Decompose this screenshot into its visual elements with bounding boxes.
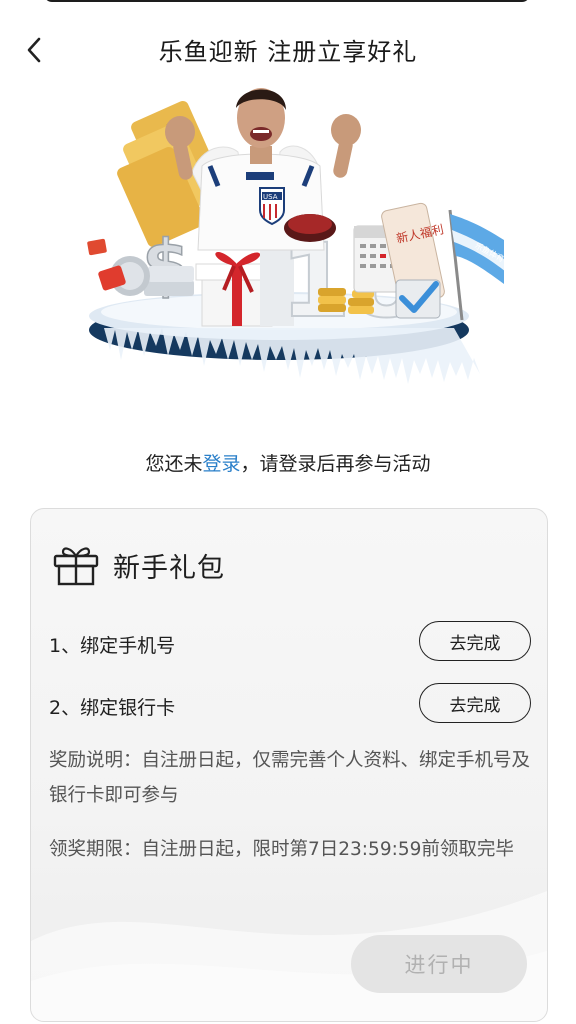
task-item-bind-phone: 1、绑定手机号 去完成: [49, 621, 531, 665]
roulette-wheel-icon: [284, 214, 336, 242]
login-notice: 您还未登录，请登录后再参与活动: [0, 449, 576, 476]
in-progress-button: 进行中: [351, 935, 527, 993]
task-label: 2、绑定银行卡: [49, 697, 176, 719]
claim-period: 领奖期限：自注册日起，限时第7日23:59:59前领取完毕: [49, 839, 514, 860]
task-item-bind-bank-card: 2、绑定银行卡 去完成: [49, 683, 531, 727]
login-notice-prefix: 您还未: [145, 453, 203, 475]
card-title: 新手礼包: [113, 552, 225, 584]
task-label: 1、绑定手机号: [49, 635, 176, 657]
reward-description: 奖励说明：自注册日起，仅需完善个人资料、绑定手机号及银行卡即可参与: [49, 750, 531, 806]
complete-bind-phone-button[interactable]: 去完成: [419, 621, 531, 661]
page-title: 乐鱼迎新 注册立享好礼: [158, 38, 418, 66]
login-link[interactable]: 登录: [202, 453, 240, 475]
complete-bind-bank-card-button[interactable]: 去完成: [419, 683, 531, 723]
newbie-gift-card: 新手礼包 1、绑定手机号 去完成 2、绑定银行卡 去完成 奖励说明：自注册日起，…: [30, 508, 548, 1022]
flag-icon: 乐鱼体育: [448, 209, 504, 321]
promo-banner-illustration: $ 18 USA 新人福利 乐鱼体育: [87, 88, 504, 384]
jersey-badge-text: USA: [263, 193, 278, 201]
checkmark-icon: [395, 279, 441, 319]
card-header: 新手礼包: [53, 541, 225, 589]
navigation-bar: 乐鱼迎新 注册立享好礼: [0, 18, 576, 82]
gift-icon: [53, 547, 99, 586]
login-notice-suffix: ，请登录后再参与活动: [240, 453, 431, 475]
top-search-bar-edge: [44, 0, 530, 2]
page: 乐鱼迎新 注册立享好礼 $ 18 USA 新人福利 乐鱼体育 您还未登录，请登录…: [0, 0, 576, 1024]
